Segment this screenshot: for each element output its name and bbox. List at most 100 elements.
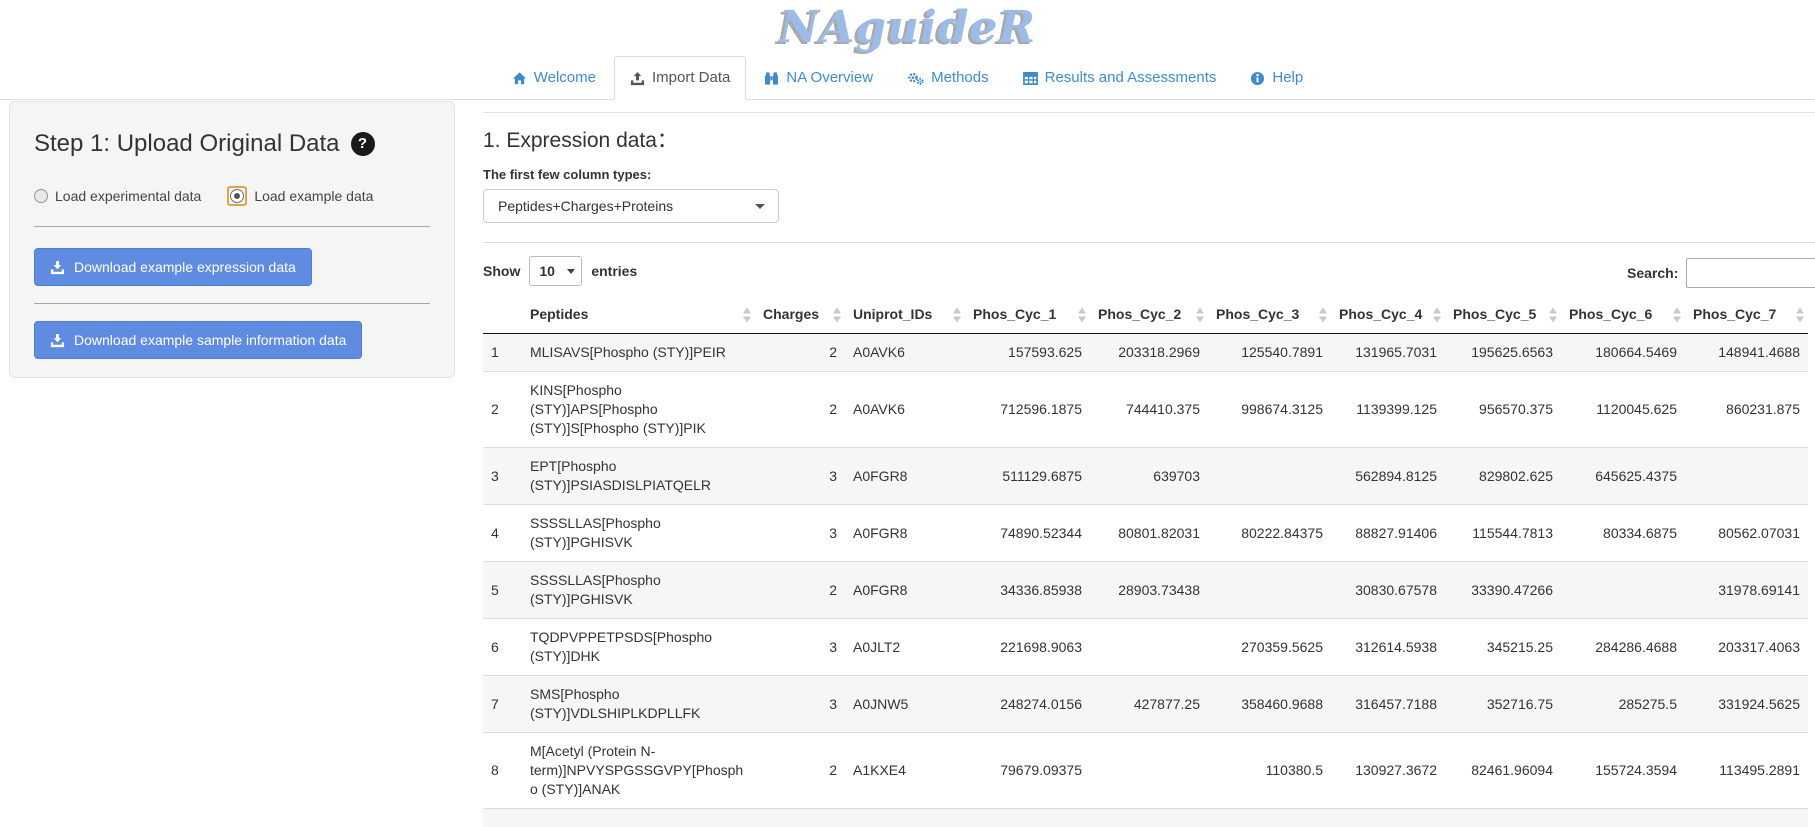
table-cell: 285275.5: [1561, 676, 1685, 733]
table-cell: 80222.84375: [1208, 505, 1331, 562]
table-cell: 7: [483, 676, 522, 733]
nav-tabs: Welcome Import Data NA Overview Methods …: [0, 55, 1815, 100]
table-cell: 956570.375: [1445, 372, 1561, 448]
datatable-controls: Show 10 entries Search:: [483, 256, 1815, 290]
table-cell: 639703: [1090, 448, 1208, 505]
table-cell: 2: [755, 733, 845, 809]
table-row[interactable]: 2KINS[Phospho (STY)]APS[Phospho (STY)]S[…: [483, 372, 1808, 448]
table-row[interactable]: 1MLISAVS[Phospho (STY)]PEIR2A0AVK6157593…: [483, 334, 1808, 372]
table-cell: 352716.75: [1445, 676, 1561, 733]
table-cell: [1685, 809, 1808, 827]
table-cell: [1685, 448, 1808, 505]
tab-na-overview[interactable]: NA Overview: [748, 56, 889, 100]
table-cell: [522, 809, 755, 827]
column-types-select[interactable]: Peptides+Charges+Proteins: [483, 189, 779, 223]
entries-select[interactable]: 10: [529, 256, 582, 286]
sort-icon: [1549, 307, 1558, 322]
table-row[interactable]: 8M[Acetyl (Protein N-term)]NPVYSPGSSGVPY…: [483, 733, 1808, 809]
column-header-charges[interactable]: Charges: [755, 296, 845, 334]
table-cell: MLISAVS[Phospho (STY)]PEIR: [522, 334, 755, 372]
table-cell: 115544.7813: [1445, 505, 1561, 562]
table-row[interactable]: 5SSSSLLAS[Phospho (STY)]PGHISVK2A0FGR834…: [483, 562, 1808, 619]
tab-import-data[interactable]: Import Data: [614, 56, 746, 100]
table-cell: 203318.2969: [1090, 334, 1208, 372]
table-cell: 33390.47266: [1445, 562, 1561, 619]
table-cell: A0FGR8: [845, 505, 965, 562]
column-types-label: The first few column types:: [483, 167, 1815, 182]
sort-icon: [1196, 307, 1205, 322]
table-cell: A0AVK6: [845, 334, 965, 372]
home-icon: [512, 71, 527, 86]
chevron-down-icon: [755, 204, 765, 209]
table-header-row: PeptidesChargesUniprot_IDsPhos_Cyc_1Phos…: [483, 296, 1808, 334]
tab-help[interactable]: Help: [1234, 56, 1319, 100]
column-header-uniprot-ids[interactable]: Uniprot_IDs: [845, 296, 965, 334]
table-cell: 358460.9688: [1208, 676, 1331, 733]
table-row[interactable]: 3EPT[Phospho (STY)]PSIASDISLPIATQELR3A0F…: [483, 448, 1808, 505]
panel-title: Step 1: Upload Original Data ?: [34, 128, 430, 160]
info-circle-icon: [1250, 71, 1265, 86]
table-cell: 130927.3672: [1331, 733, 1445, 809]
divider: [34, 303, 430, 304]
table-cell: SMS[Phospho (STY)]VDLSHIPLKDPLLFK: [522, 676, 755, 733]
upload-icon: [630, 71, 645, 86]
column-header-phos-cyc-5[interactable]: Phos_Cyc_5: [1445, 296, 1561, 334]
table-row[interactable]: [483, 809, 1808, 827]
table-cell: KINS[Phospho (STY)]APS[Phospho (STY)]S[P…: [522, 372, 755, 448]
column-header-phos-cyc-4[interactable]: Phos_Cyc_4: [1331, 296, 1445, 334]
tab-welcome[interactable]: Welcome: [496, 56, 612, 100]
table-cell: 131965.7031: [1331, 334, 1445, 372]
app-logo: NAguideR: [779, 3, 1036, 53]
app-header: NAguideR: [0, 0, 1815, 55]
divider: [483, 242, 1815, 243]
table-cell: 3: [755, 505, 845, 562]
table-row[interactable]: 6TQDPVPPETPSDS[Phospho (STY)]DHK3A0JLT22…: [483, 619, 1808, 676]
search-input[interactable]: [1686, 258, 1815, 288]
sort-icon: [1673, 307, 1682, 322]
column-header-phos-cyc-1[interactable]: Phos_Cyc_1: [965, 296, 1090, 334]
table-cell: 80801.82031: [1090, 505, 1208, 562]
table-cell: 712596.1875: [965, 372, 1090, 448]
column-header-phos-cyc-3[interactable]: Phos_Cyc_3: [1208, 296, 1331, 334]
search-control: Search:: [1627, 258, 1815, 288]
radio-load-example-data[interactable]: Load example data: [227, 186, 373, 206]
table-cell: 34336.85938: [965, 562, 1090, 619]
table-cell: A0JNW5: [845, 676, 965, 733]
table-cell: 511129.6875: [965, 448, 1090, 505]
download-sample-info-button[interactable]: Download example sample information data: [34, 321, 362, 359]
table-cell: 28903.73438: [1090, 562, 1208, 619]
table-cell: [1208, 448, 1331, 505]
table-cell: [1208, 562, 1331, 619]
radio-load-experimental-data[interactable]: Load experimental data: [34, 188, 201, 204]
tab-methods[interactable]: Methods: [891, 56, 1005, 100]
column-header-phos-cyc-7[interactable]: Phos_Cyc_7: [1685, 296, 1808, 334]
radio-icon: [34, 189, 48, 203]
column-header-phos-cyc-6[interactable]: Phos_Cyc_6: [1561, 296, 1685, 334]
sort-icon: [953, 307, 962, 322]
download-expression-button[interactable]: Download example expression data: [34, 248, 312, 286]
column-header-peptides[interactable]: Peptides: [522, 296, 755, 334]
table-cell: 31978.69141: [1685, 562, 1808, 619]
table-row[interactable]: 7SMS[Phospho (STY)]VDLSHIPLKDPLLFK3A0JNW…: [483, 676, 1808, 733]
table-cell: 744410.375: [1090, 372, 1208, 448]
table-cell: [755, 809, 845, 827]
table-cell: 195625.6563: [1445, 334, 1561, 372]
entries-length-control: Show 10 entries: [483, 256, 1815, 286]
question-circle-icon[interactable]: ?: [351, 132, 375, 156]
table-cell: [1561, 809, 1685, 827]
upload-panel: Step 1: Upload Original Data ? Load expe…: [9, 101, 455, 378]
table-cell: [1090, 809, 1208, 827]
table-cell: 1139399.125: [1331, 372, 1445, 448]
tab-results-assessments[interactable]: Results and Assessments: [1007, 56, 1233, 100]
table-cell: 3: [755, 619, 845, 676]
table-cell: 79679.09375: [965, 733, 1090, 809]
table-cell: 998674.3125: [1208, 372, 1331, 448]
table-cell: [1331, 809, 1445, 827]
data-source-radios: Load experimental data Load example data: [34, 186, 430, 206]
table-cell: 4: [483, 505, 522, 562]
table-cell: [1445, 809, 1561, 827]
column-header-row-index[interactable]: [483, 296, 522, 334]
expression-table: PeptidesChargesUniprot_IDsPhos_Cyc_1Phos…: [483, 296, 1808, 827]
column-header-phos-cyc-2[interactable]: Phos_Cyc_2: [1090, 296, 1208, 334]
table-row[interactable]: 4SSSSLLAS[Phospho (STY)]PGHISVK3A0FGR874…: [483, 505, 1808, 562]
